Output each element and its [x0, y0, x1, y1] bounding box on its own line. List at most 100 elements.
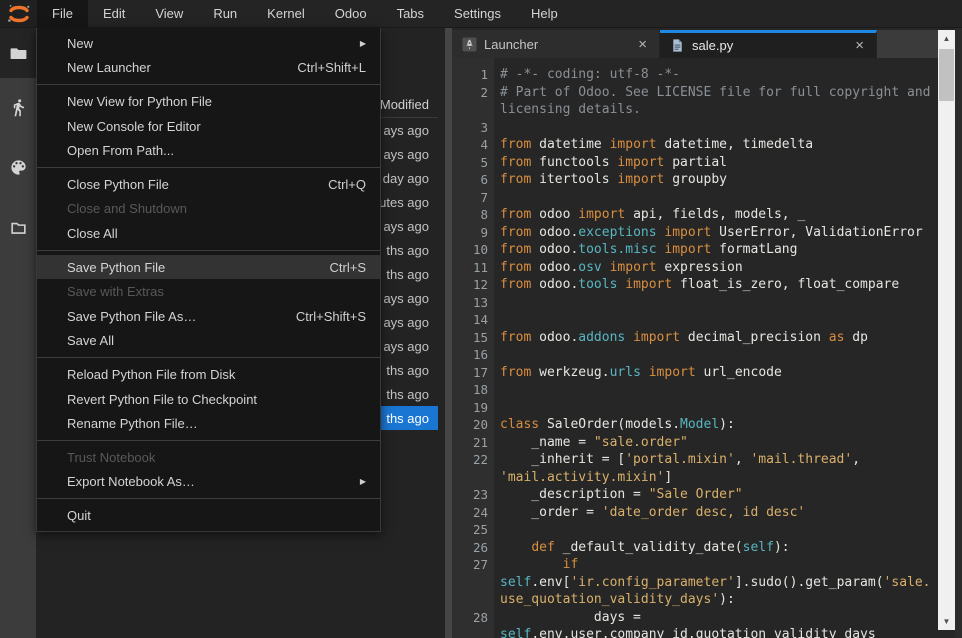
code-token: groupby: [664, 172, 727, 187]
menu-item-shortcut: Ctrl+Shift+L: [297, 60, 366, 75]
sidebar-item-commands[interactable]: [0, 153, 36, 181]
menu-item-save-python-file-as[interactable]: Save Python File As…Ctrl+Shift+S: [37, 304, 380, 329]
sidebar-item-running[interactable]: [0, 93, 36, 121]
menu-item-shortcut: Ctrl+S: [330, 260, 366, 275]
line-number: 14: [452, 311, 494, 329]
menu-item-label: Save Python File: [67, 260, 165, 275]
code-token: addons: [578, 330, 625, 345]
code-token: # Part of Odoo. See LICENSE file for ful…: [500, 85, 930, 100]
line-number: [452, 574, 494, 592]
menu-item-save-python-file[interactable]: Save Python File Ctrl+S: [37, 255, 380, 280]
code-token: if: [563, 557, 579, 572]
menubar-item-kernel[interactable]: Kernel: [252, 0, 320, 27]
code-line: [500, 294, 962, 312]
tab-label[interactable]: Launcher: [484, 37, 634, 52]
line-number: 17: [452, 364, 494, 382]
code-token: ):: [719, 592, 735, 607]
code-token: api, fields, models, _: [625, 207, 805, 222]
menu-separator: [37, 357, 380, 358]
code-line: if: [500, 556, 962, 574]
scroll-down-icon[interactable]: ▼: [938, 613, 955, 630]
menubar-item-edit[interactable]: Edit: [88, 0, 140, 27]
menu-item-new-view-for-python-file[interactable]: New View for Python File: [37, 89, 380, 114]
line-number: 5: [452, 154, 494, 172]
menu-item-export-notebook-as[interactable]: Export Notebook As…▶: [37, 470, 380, 495]
code-token: self: [500, 627, 531, 638]
menubar-item-view[interactable]: View: [140, 0, 198, 27]
panel-divider[interactable]: [445, 28, 452, 638]
code-token: odoo.: [531, 260, 578, 275]
editor-scrollbar[interactable]: ▲ ▼: [938, 30, 955, 630]
code-token: 'sale.: [884, 575, 931, 590]
code-line: self.env.user.company_id.quotation_valid…: [500, 626, 962, 638]
code-line: [500, 399, 962, 417]
menubar-item-run[interactable]: Run: [198, 0, 252, 27]
menu-item-close-and-shutdown: Close and Shutdown: [37, 197, 380, 222]
menu-item-close-python-file[interactable]: Close Python FileCtrl+Q: [37, 172, 380, 197]
code-token: def: [531, 540, 554, 555]
code-token: _description =: [500, 487, 649, 502]
menu-item-label: Save Python File As…: [67, 309, 196, 324]
menu-item-new-launcher[interactable]: New LauncherCtrl+Shift+L: [37, 56, 380, 81]
code-line: from datetime import datetime, timedelta: [500, 136, 962, 154]
code-token: dp: [844, 330, 867, 345]
code-token: tools.misc: [578, 242, 656, 257]
code-token: functools: [531, 155, 617, 170]
modified-cell: day ago: [383, 171, 438, 186]
menu-item-new-console-for-editor[interactable]: New Console for Editor: [37, 114, 380, 139]
menubar-item-tabs[interactable]: Tabs: [382, 0, 439, 27]
menubar-item-settings[interactable]: Settings: [439, 0, 516, 27]
menu-item-open-from-path[interactable]: Open From Path...: [37, 138, 380, 163]
code-token: urls: [610, 365, 641, 380]
modified-cell: ths ago: [386, 411, 438, 426]
close-tab-icon[interactable]: ×: [634, 36, 651, 53]
code-token: licensing details.: [500, 102, 641, 117]
code-content[interactable]: # -*- coding: utf-8 -*-# Part of Odoo. S…: [494, 58, 962, 638]
tab-label[interactable]: sale.py: [692, 38, 851, 53]
modified-cell: ths ago: [386, 363, 438, 378]
code-token: import: [625, 277, 672, 292]
code-token: _name =: [500, 435, 594, 450]
scrollbar-thumb[interactable]: [939, 49, 954, 101]
code-editor[interactable]: 1234567891011121314151617181920212223242…: [452, 58, 962, 638]
tab-sale-py[interactable]: sale.py ×: [660, 30, 877, 58]
sidebar-item-file-browser[interactable]: [0, 39, 36, 67]
code-token: import: [633, 330, 680, 345]
menu-item-new[interactable]: New▶: [37, 31, 380, 56]
menu-item-rename-python-file[interactable]: Rename Python File…: [37, 411, 380, 436]
menubar-item-help[interactable]: Help: [516, 0, 573, 27]
menu-item-label: Export Notebook As…: [67, 474, 195, 489]
code-token: ):: [774, 540, 790, 555]
code-token: from: [500, 137, 531, 152]
code-token: [641, 365, 649, 380]
running-person-icon: [9, 98, 28, 117]
menu-item-revert-python-file-to-checkpoint[interactable]: Revert Python File to Checkpoint: [37, 387, 380, 412]
code-token: SaleOrder(models.: [539, 417, 680, 432]
modified-column-header[interactable]: Modified: [380, 97, 438, 112]
line-number: 24: [452, 504, 494, 522]
menu-item-label: Close Python File: [67, 177, 169, 192]
submenu-arrow-icon: ▶: [360, 39, 366, 48]
close-tab-icon[interactable]: ×: [851, 37, 868, 54]
code-line: # Part of Odoo. See LICENSE file for ful…: [500, 84, 962, 102]
code-token: [500, 557, 563, 572]
code-token: datetime: [531, 137, 609, 152]
code-token: as: [829, 330, 845, 345]
menu-item-quit[interactable]: Quit: [37, 503, 380, 528]
scroll-up-icon[interactable]: ▲: [938, 30, 955, 47]
menubar: FileEditViewRunKernelOdooTabsSettingsHel…: [0, 0, 962, 28]
menu-item-label: Trust Notebook: [67, 450, 155, 465]
tab-launcher[interactable]: Launcher ×: [452, 30, 660, 58]
code-line: self.env['ir.config_parameter'].sudo().g…: [500, 574, 962, 592]
sidebar-item-open-tabs[interactable]: [0, 213, 36, 241]
menubar-item-odoo[interactable]: Odoo: [320, 0, 382, 27]
modified-cell: ths ago: [386, 243, 438, 258]
menubar-item-file[interactable]: File: [37, 0, 88, 27]
menu-item-reload-python-file-from-disk[interactable]: Reload Python File from Disk: [37, 362, 380, 387]
menu-item-close-all[interactable]: Close All: [37, 221, 380, 246]
code-line: 'mail.activity.mixin']: [500, 469, 962, 487]
code-token: [602, 260, 610, 275]
code-line: def _default_validity_date(self):: [500, 539, 962, 557]
app-logo[interactable]: [0, 0, 37, 27]
menu-item-save-all[interactable]: Save All: [37, 329, 380, 354]
